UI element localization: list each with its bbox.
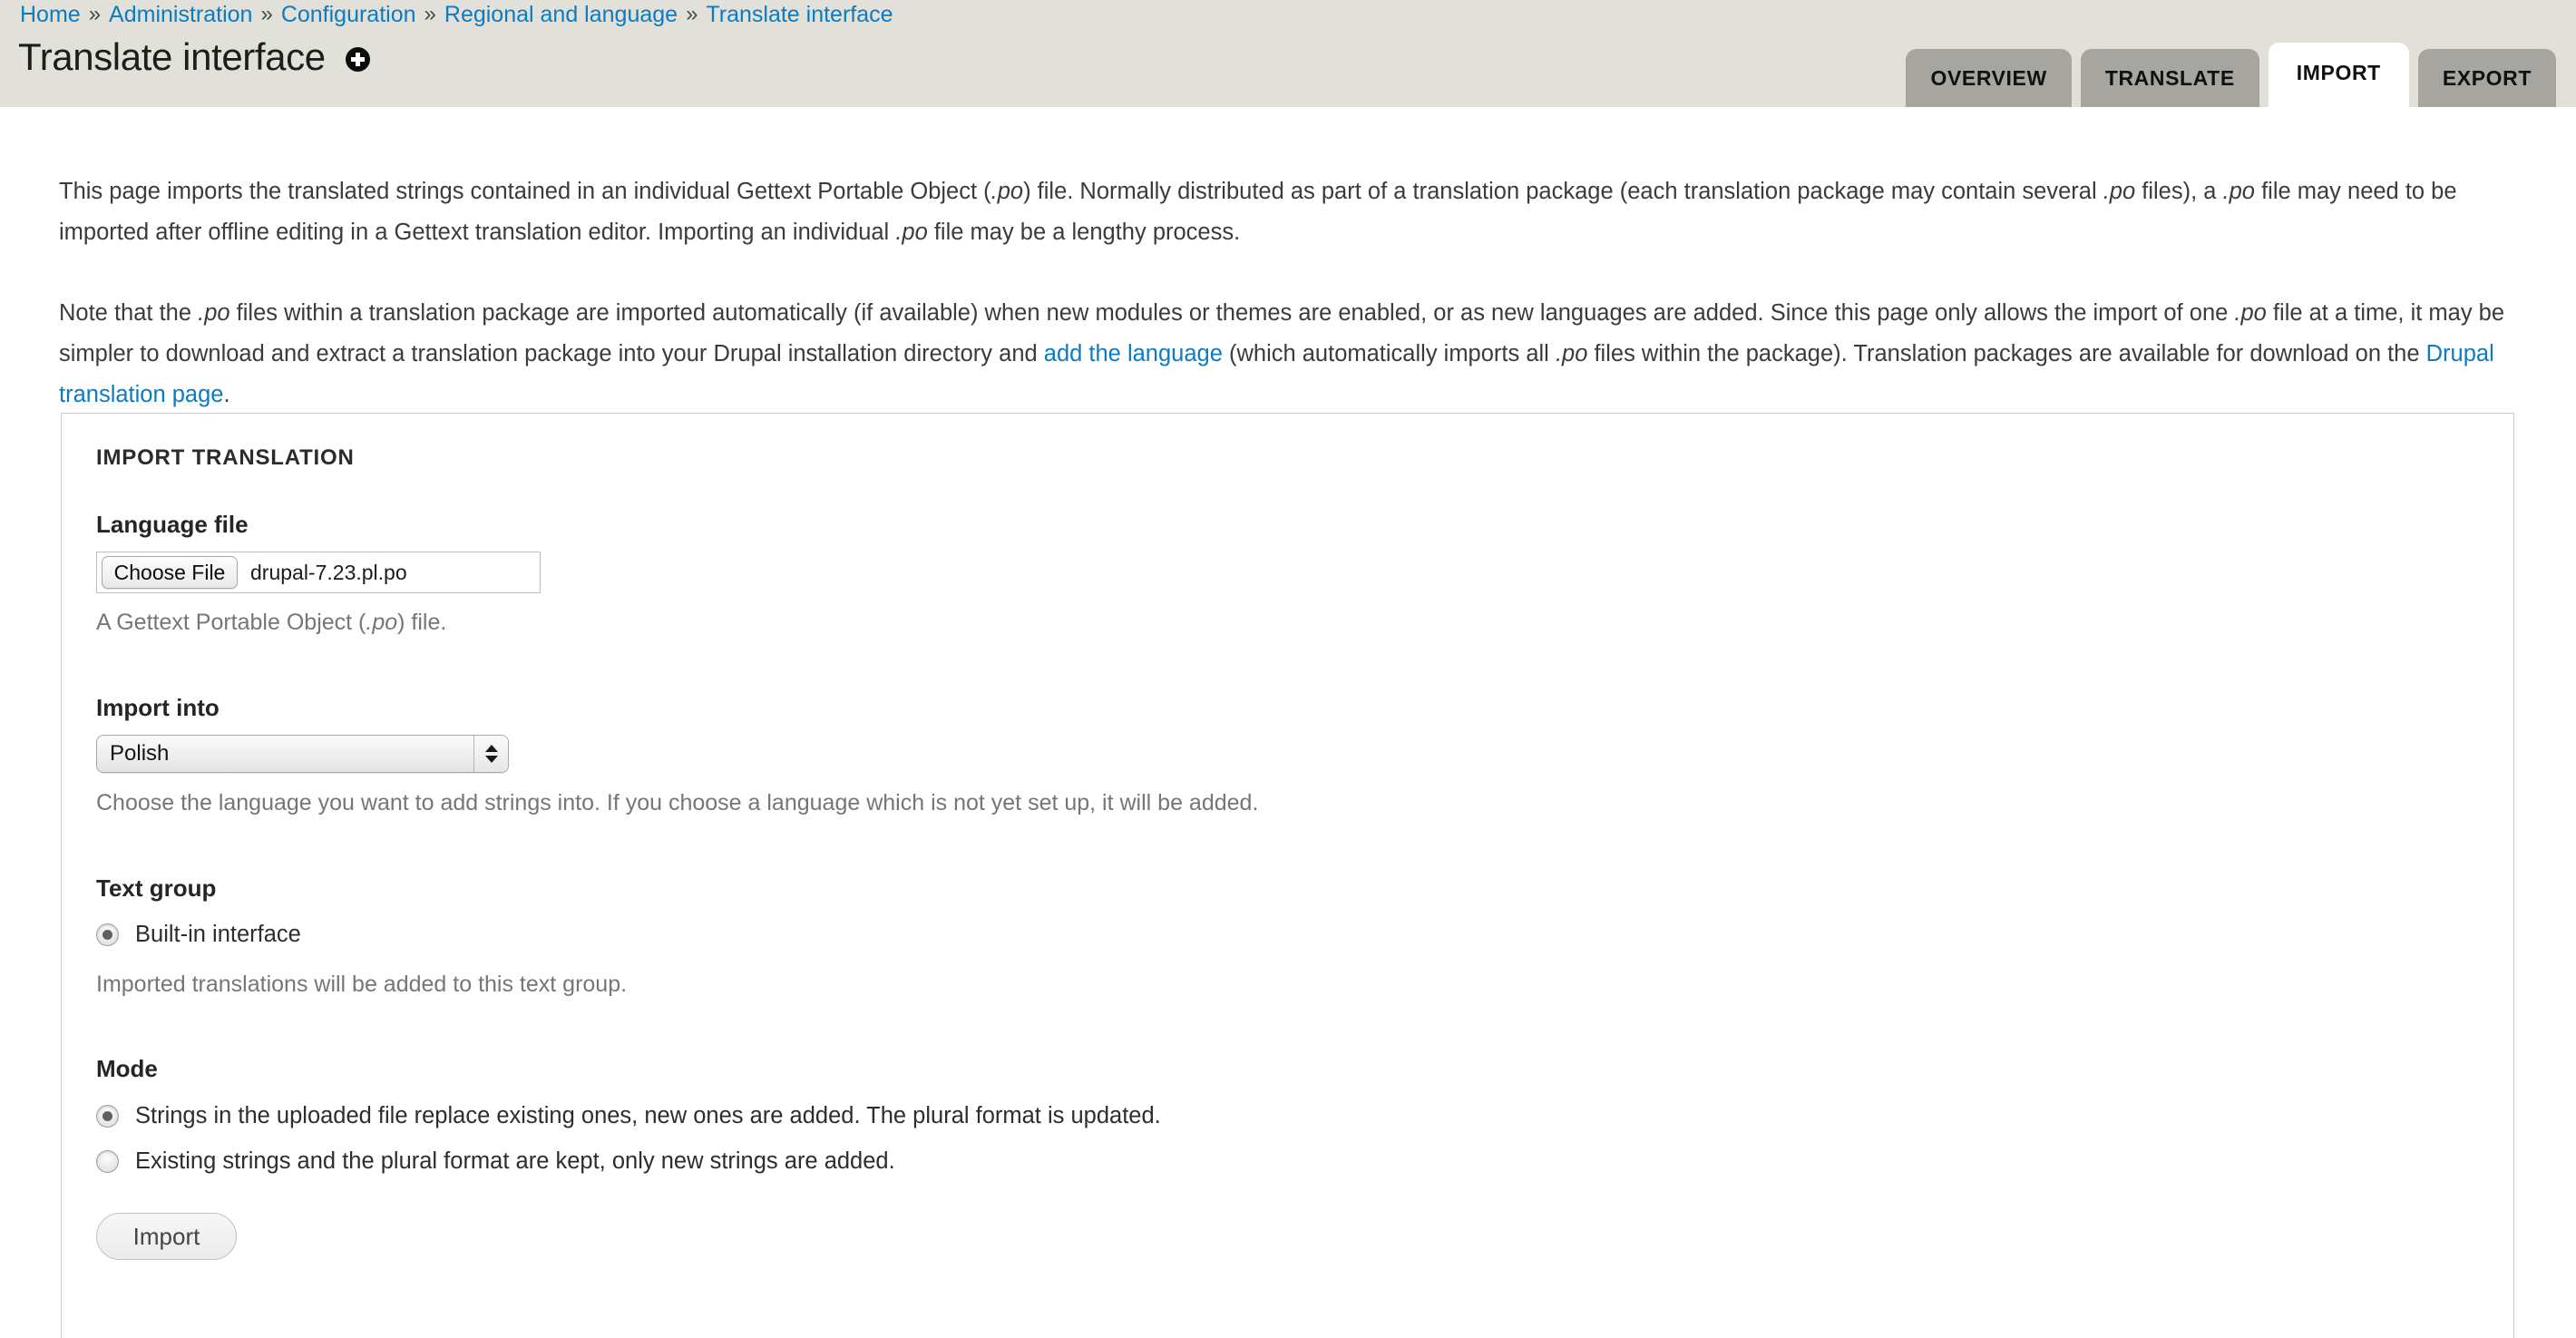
radio-mode-replace[interactable] bbox=[96, 1105, 119, 1128]
mode-label: Mode bbox=[96, 1055, 158, 1082]
language-file-label: Language file bbox=[96, 511, 249, 538]
choose-file-button[interactable]: Choose File bbox=[102, 556, 238, 589]
radio-mode-replace-label: Strings in the uploaded file replace exi… bbox=[135, 1103, 1161, 1128]
breadcrumb-item-configuration[interactable]: Configuration bbox=[281, 2, 416, 28]
breadcrumb-separator: » bbox=[424, 2, 436, 26]
breadcrumb-item-translate-interface[interactable]: Translate interface bbox=[706, 2, 893, 28]
intro-text: files within a translation package are i… bbox=[229, 300, 2235, 326]
chevron-down-icon bbox=[484, 756, 498, 763]
text-group-label: Text group bbox=[96, 874, 217, 902]
intro-po-italic: .po bbox=[990, 179, 1024, 204]
primary-tabs: OVERVIEW TRANSLATE IMPORT EXPORT bbox=[1906, 43, 2556, 107]
intro-text: Note that the bbox=[59, 300, 199, 326]
breadcrumb-separator: » bbox=[260, 2, 273, 26]
plus-circle-icon[interactable] bbox=[345, 46, 370, 72]
tab-translate[interactable]: TRANSLATE bbox=[2080, 49, 2259, 107]
import-into-select[interactable]: Polish bbox=[96, 735, 509, 773]
mode-radio-row-keep[interactable]: Existing strings and the plural format a… bbox=[96, 1148, 2513, 1175]
intro-po-italic: .po bbox=[198, 300, 230, 326]
intro-paragraph-2: Note that the .po files within a transla… bbox=[59, 293, 2531, 415]
desc-text: A Gettext Portable Object ( bbox=[96, 610, 366, 635]
add-the-language-link[interactable]: add the language bbox=[1044, 341, 1223, 366]
intro-text: file may be a lengthy process. bbox=[927, 220, 1241, 245]
breadcrumb-item-administration[interactable]: Administration bbox=[109, 2, 252, 28]
breadcrumb-separator: » bbox=[686, 2, 698, 26]
desc-text: ) file. bbox=[397, 610, 447, 635]
form-actions: Import bbox=[96, 1213, 2513, 1260]
main-content: This page imports the translated strings… bbox=[0, 107, 2576, 415]
intro-po-italic: .po bbox=[2234, 300, 2267, 326]
page-header-bar: Home » Administration » Configuration » … bbox=[0, 0, 2576, 107]
import-translation-fieldset: IMPORT TRANSLATION Language file Choose … bbox=[61, 413, 2514, 1338]
desc-po-italic: .po bbox=[366, 610, 398, 635]
intro-po-italic: .po bbox=[895, 220, 928, 245]
tab-export[interactable]: EXPORT bbox=[2417, 49, 2556, 107]
radio-built-in-interface[interactable] bbox=[96, 923, 119, 946]
tab-import[interactable]: IMPORT bbox=[2268, 43, 2409, 107]
intro-po-italic: .po bbox=[2222, 179, 2255, 204]
intro-text: files within the package). Translation p… bbox=[1587, 341, 2426, 366]
radio-built-in-interface-label: Built-in interface bbox=[135, 922, 301, 947]
mode-field: Mode Strings in the uploaded file replac… bbox=[96, 1055, 2513, 1175]
breadcrumb-item-regional-and-language[interactable]: Regional and language bbox=[444, 2, 678, 28]
text-group-field: Text group Built-in interface Imported t… bbox=[96, 874, 2513, 1001]
import-into-label: Import into bbox=[96, 694, 220, 721]
text-group-description: Imported translations will be added to t… bbox=[96, 972, 628, 997]
tab-overview[interactable]: OVERVIEW bbox=[1906, 49, 2072, 107]
import-into-selected-value: Polish bbox=[110, 741, 170, 766]
select-stepper-icon[interactable] bbox=[473, 736, 508, 772]
intro-po-italic: .po bbox=[2103, 179, 2136, 204]
import-into-field: Import into Polish Choose the language y… bbox=[96, 694, 2513, 819]
radio-mode-keep[interactable] bbox=[96, 1150, 119, 1173]
breadcrumb-item-home[interactable]: Home bbox=[20, 2, 81, 28]
page-title-row: Translate interface bbox=[18, 38, 370, 76]
intro-text: (which automatically imports all bbox=[1222, 341, 1556, 366]
selected-file-name: drupal-7.23.pl.po bbox=[250, 560, 407, 584]
chevron-up-icon bbox=[484, 745, 498, 752]
breadcrumb-separator: » bbox=[88, 2, 102, 26]
intro-text: This page imports the translated strings… bbox=[59, 179, 991, 204]
fieldset-legend: IMPORT TRANSLATION bbox=[96, 445, 355, 470]
page-title: Translate interface bbox=[18, 35, 326, 78]
intro-po-italic: .po bbox=[1555, 341, 1588, 366]
text-group-radio-row[interactable]: Built-in interface bbox=[96, 922, 2513, 948]
intro-text: . bbox=[223, 382, 230, 407]
intro-paragraph-1: This page imports the translated strings… bbox=[59, 171, 2531, 253]
radio-mode-keep-label: Existing strings and the plural format a… bbox=[135, 1148, 895, 1174]
import-submit-button[interactable]: Import bbox=[96, 1213, 237, 1260]
import-into-description: Choose the language you want to add stri… bbox=[96, 790, 1259, 815]
mode-radio-row-replace[interactable]: Strings in the uploaded file replace exi… bbox=[96, 1103, 2513, 1129]
language-file-description: A Gettext Portable Object (.po) file. bbox=[96, 606, 2513, 639]
language-file-field: Language file Choose File drupal-7.23.pl… bbox=[96, 511, 2513, 639]
intro-text: files), a bbox=[2135, 179, 2223, 204]
language-file-input[interactable]: Choose File drupal-7.23.pl.po bbox=[96, 552, 541, 593]
breadcrumb: Home » Administration » Configuration » … bbox=[20, 0, 893, 29]
intro-text: ) file. Normally distributed as part of … bbox=[1023, 179, 2103, 204]
